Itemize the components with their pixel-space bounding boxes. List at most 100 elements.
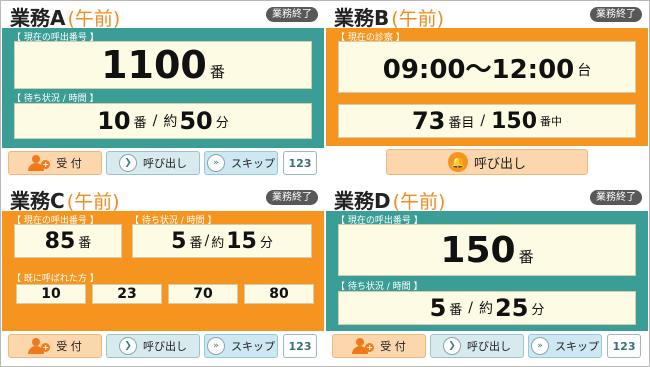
chevron-right-icon: ❯ xyxy=(119,337,137,355)
panel-a-name: 業務A xyxy=(10,6,66,30)
panel-a-skip-label: スキップ xyxy=(231,157,275,170)
panel-a-call-button[interactable]: ❯ 呼び出し xyxy=(106,151,200,175)
panel-a-end-button[interactable]: 業務終了 xyxy=(266,7,318,22)
panel-c-wait-time-unit: 分 xyxy=(259,235,273,251)
panel-b-end-button[interactable]: 業務終了 xyxy=(590,7,642,22)
panel-b-body: 【 現在の診察 】 09:00〜12:00 台 73 番目 / 150 番中 xyxy=(326,28,648,146)
panel-a-wait-count: 10 xyxy=(97,107,131,135)
panel-d-body: 【 現在の呼出番号 】 150 番 【 待ち状況 / 時間 】 5 番 / 約 … xyxy=(326,211,648,331)
panel-a-wait-prefix: 約 xyxy=(163,114,178,130)
panel-b: 業務B (午前) 業務終了 【 現在の診察 】 09:00〜12:00 台 73… xyxy=(326,2,648,182)
double-chevron-right-icon: » xyxy=(531,337,549,355)
history-item: 70 xyxy=(168,284,238,304)
panel-c-wait-time: 15 xyxy=(226,228,257,254)
panel-a-period: (午前) xyxy=(67,8,121,30)
panel-d-call-label: 呼び出し xyxy=(467,340,511,353)
panel-b-name: 業務B xyxy=(334,6,390,30)
panel-a-wait-time: 50 xyxy=(179,107,213,135)
panel-c-skip-button[interactable]: » スキップ xyxy=(204,334,278,358)
panel-c-current-box: 85 番 xyxy=(14,224,122,258)
panel-c-separator: / xyxy=(204,233,210,249)
person-add-icon: + xyxy=(28,338,51,354)
panel-b-order-box: 73 番目 / 150 番中 xyxy=(338,104,636,138)
panel-d-status-box: 5 番 / 約 25 分 xyxy=(338,291,636,325)
panel-a-reception-label: 受 付 xyxy=(56,157,82,170)
panel-d-skip-button[interactable]: » スキップ xyxy=(528,334,602,358)
panel-a-number-button[interactable]: 123 xyxy=(283,151,317,175)
chevron-right-icon: ❯ xyxy=(443,337,461,355)
panel-d-current-number: 150 xyxy=(440,229,516,271)
panel-c-button-bar: + 受 付 ❯ 呼び出し » スキップ 123 xyxy=(2,331,324,361)
panel-d-call-button[interactable]: ❯ 呼び出し xyxy=(430,334,524,358)
panel-c-end-button[interactable]: 業務終了 xyxy=(266,190,318,205)
person-add-icon: + xyxy=(28,155,51,171)
panel-d-name: 業務D xyxy=(334,189,391,213)
panel-c-current-number: 85 xyxy=(44,228,76,254)
panel-a-status-box: 10 番 / 約 50 分 xyxy=(14,103,312,139)
panel-c-reception-button[interactable]: + 受 付 xyxy=(8,334,102,358)
panel-b-title: 業務B (午前) xyxy=(334,2,445,30)
panel-c-skip-label: スキップ xyxy=(231,340,275,353)
panel-c-status-box: 5 番 / 約 15 分 xyxy=(132,224,312,258)
panel-b-time-range: 09:00〜12:00 xyxy=(382,54,575,85)
double-chevron-right-icon: » xyxy=(207,337,225,355)
panel-a-skip-button[interactable]: » スキップ xyxy=(204,151,278,175)
panel-d-current-box: 150 番 xyxy=(338,224,636,276)
panel-a-reception-button[interactable]: + 受 付 xyxy=(8,151,102,175)
panel-c-wait-count: 5 xyxy=(171,228,187,254)
panel-a-separator: / xyxy=(152,113,158,129)
panel-c-wait-count-unit: 番 xyxy=(189,235,203,251)
panel-c-call-button[interactable]: ❯ 呼び出し xyxy=(106,334,200,358)
panel-c: 業務C (午前) 業務終了 【 現在の呼出番号 】 85 番 【 待ち状況 / … xyxy=(2,185,324,365)
panel-c-wait-prefix: 約 xyxy=(211,235,225,251)
panel-d-period: (午前) xyxy=(392,191,446,213)
panel-a-wait-count-unit: 番 xyxy=(133,115,147,131)
panel-a-button-bar: + 受 付 ❯ 呼び出し » スキップ 123 xyxy=(2,148,324,178)
panel-a-current-box: 1100 番 xyxy=(14,41,312,89)
panel-d-number-button[interactable]: 123 xyxy=(607,334,641,358)
panel-b-time-box: 09:00〜12:00 台 xyxy=(338,41,636,93)
panel-d-button-bar: + 受 付 ❯ 呼び出し » スキップ 123 xyxy=(326,331,648,361)
panel-a-body: 【 現在の呼出番号 】 1100 番 【 待ち状況 / 時間 】 10 番 / … xyxy=(2,28,324,148)
panel-d: 業務D (午前) 業務終了 【 現在の呼出番号 】 150 番 【 待ち状況 /… xyxy=(326,185,648,365)
panel-d-wait-time-unit: 分 xyxy=(531,302,545,318)
panel-a-title: 業務A (午前) xyxy=(10,2,121,30)
bell-icon: 🔔 xyxy=(447,152,468,172)
panel-c-name: 業務C xyxy=(10,189,65,213)
panel-d-wait-count-unit: 番 xyxy=(449,302,463,318)
history-item: 10 xyxy=(16,284,86,304)
panel-b-call-label: 呼び出し xyxy=(473,156,526,172)
panel-b-current-order: 73 xyxy=(411,107,446,135)
panel-d-wait-time: 25 xyxy=(495,294,529,322)
panel-c-number-button[interactable]: 123 xyxy=(283,334,317,358)
panel-a-current-unit: 番 xyxy=(209,63,225,81)
panel-b-period: (午前) xyxy=(391,8,445,30)
history-item: 23 xyxy=(92,284,162,304)
person-add-icon: + xyxy=(352,338,375,354)
panel-b-button-bar: 🔔 呼び出し xyxy=(326,146,648,176)
panel-c-current-unit: 番 xyxy=(78,235,92,251)
panel-b-in-progress-unit: 番中 xyxy=(540,115,563,128)
panel-b-time-range-unit: 台 xyxy=(577,63,592,79)
panel-c-reception-label: 受 付 xyxy=(56,340,82,353)
panel-c-body: 【 現在の呼出番号 】 85 番 【 待ち状況 / 時間 】 5 番 / 約 1… xyxy=(2,211,324,331)
panel-d-reception-button[interactable]: + 受 付 xyxy=(332,334,426,358)
panel-a-wait-time-unit: 分 xyxy=(215,115,229,131)
panel-d-wait-count: 5 xyxy=(429,294,447,322)
panel-d-end-button[interactable]: 業務終了 xyxy=(590,190,642,205)
panel-c-title: 業務C (午前) xyxy=(10,185,120,213)
panel-a: 業務A (午前) 業務終了 【 現在の呼出番号 】 1100 番 【 待ち状況 … xyxy=(2,2,324,182)
panel-c-history-label: 【 既に呼ばれた方 】 xyxy=(12,274,99,284)
panel-d-title: 業務D (午前) xyxy=(334,185,446,213)
panel-c-period: (午前) xyxy=(66,191,120,213)
panel-b-in-progress: 150 xyxy=(491,108,538,134)
panel-d-reception-label: 受 付 xyxy=(380,340,406,353)
panel-d-separator: / xyxy=(468,300,473,316)
panel-d-wait-prefix: 約 xyxy=(479,301,493,317)
chevron-right-icon: ❯ xyxy=(119,154,137,172)
double-chevron-right-icon: » xyxy=(207,154,225,172)
panel-d-current-unit: 番 xyxy=(518,248,534,266)
panel-b-call-button[interactable]: 🔔 呼び出し xyxy=(386,149,588,175)
panel-b-separator: / xyxy=(480,113,486,129)
history-item: 80 xyxy=(244,284,314,304)
